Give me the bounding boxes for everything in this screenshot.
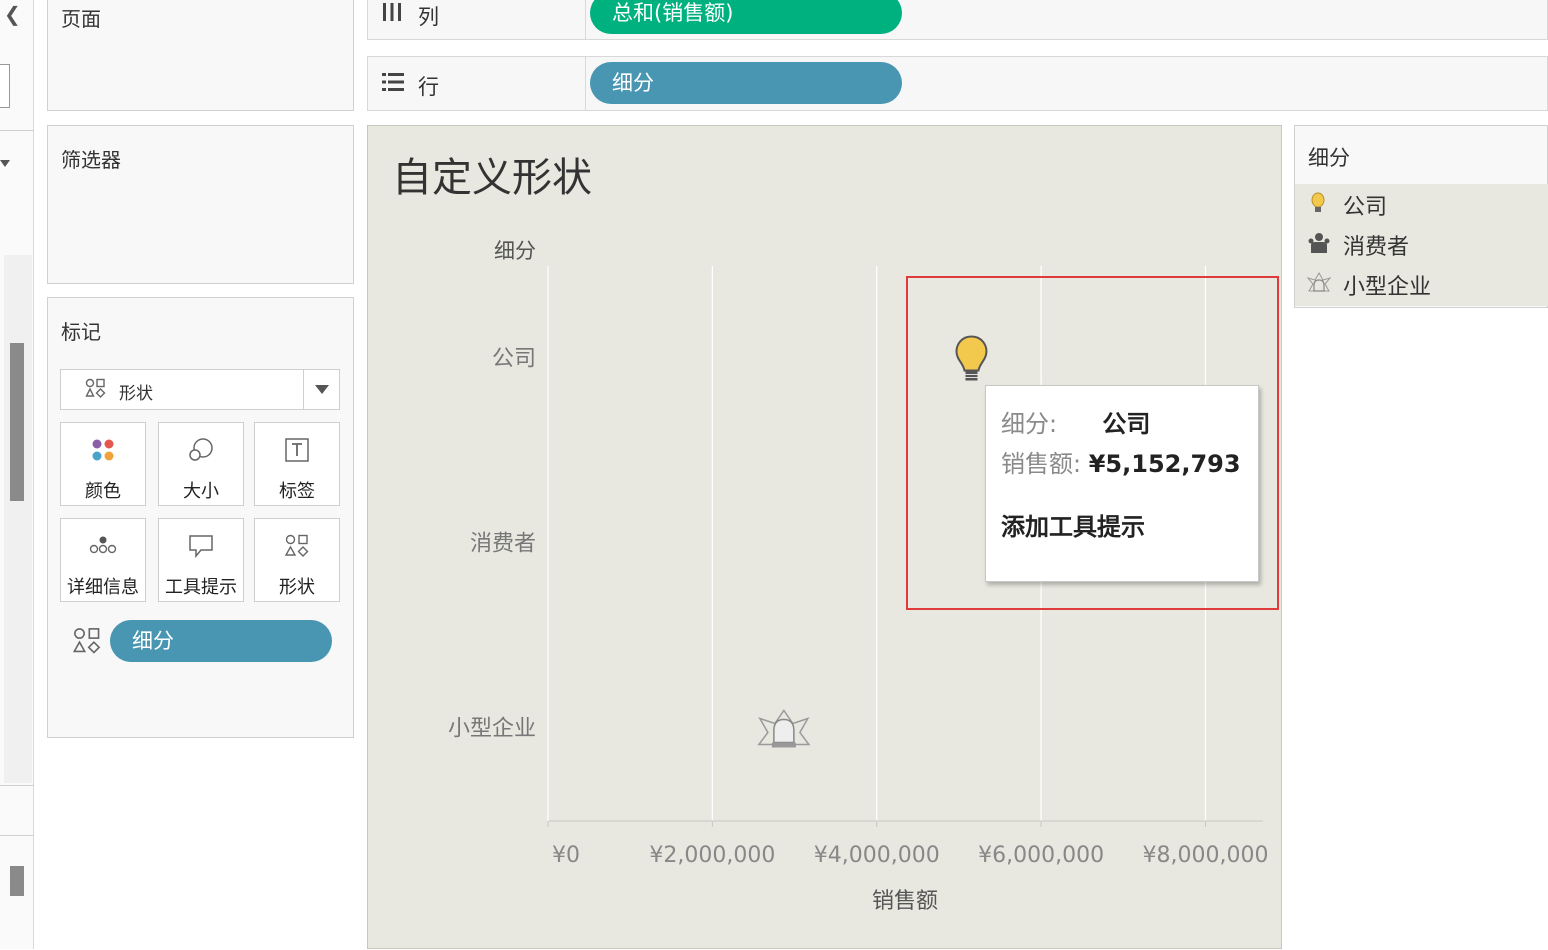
shape-field-pill[interactable]: 细分 [110, 620, 332, 662]
pages-card: 页面 [47, 0, 354, 111]
shape-legend: 细分 公司 消费者 小型企业 [1294, 125, 1548, 308]
columns-shelf-label: 列 [418, 5, 439, 29]
left-collapse-strip: ❮ [0, 0, 34, 949]
alarm-light-icon [1306, 271, 1332, 295]
alarm-light-mark[interactable] [757, 709, 811, 748]
rows-icon [381, 71, 405, 99]
row-header: 细分 [494, 239, 536, 263]
divider [0, 785, 34, 786]
mark-type-label: 形状 [119, 384, 153, 404]
x-tick-label: ¥6,000,000 [978, 843, 1104, 868]
rows-shelf: 行 [367, 56, 1548, 111]
tooltip-button-label: 工具提示 [165, 577, 237, 598]
divider [0, 130, 34, 131]
shape-icon [255, 533, 339, 565]
rows-shelf-label-area: 行 [368, 57, 586, 110]
filters-card-title: 筛选器 [61, 148, 121, 172]
alarm-light-base [771, 742, 796, 748]
detail-icon [61, 533, 145, 563]
size-button-label: 大小 [183, 481, 219, 502]
highlight-box [906, 276, 1279, 610]
legend-item-company[interactable]: 公司 [1295, 184, 1548, 224]
color-button-label: 颜色 [85, 481, 121, 502]
divider [0, 835, 34, 836]
shape-button[interactable]: 形状 [254, 518, 340, 602]
columns-pill[interactable]: 总和(销售额) [590, 0, 902, 34]
color-dots-icon [61, 437, 145, 469]
x-tick-label: ¥2,000,000 [649, 843, 775, 868]
mark-type-dropdown[interactable]: 形状 [60, 369, 340, 410]
scrollbar-track[interactable] [4, 255, 32, 783]
shape-field-icon [72, 626, 102, 660]
marks-card-title: 标记 [61, 320, 101, 344]
size-icon [159, 437, 243, 469]
chevron-down-icon[interactable] [315, 385, 329, 394]
chart-title: 自定义形状 [392, 155, 592, 201]
alarm-light-dome [773, 718, 795, 744]
category-label: 消费者 [470, 532, 536, 557]
label-icon [255, 437, 339, 469]
tooltip-button[interactable]: 工具提示 [158, 518, 244, 602]
x-tick-label: ¥8,000,000 [1142, 843, 1268, 868]
shape-icon [85, 378, 107, 403]
caret-down-icon[interactable] [0, 160, 10, 167]
detail-button[interactable]: 详细信息 [60, 518, 146, 602]
rows-shelf-label: 行 [418, 75, 439, 99]
label-button-label: 标签 [279, 481, 315, 502]
legend-list: 公司 消费者 小型企业 [1295, 184, 1548, 306]
columns-shelf-label-area: 列 [368, 0, 586, 39]
legend-item-consumer[interactable]: 消费者 [1295, 224, 1548, 264]
category-label: 公司 [492, 347, 536, 372]
legend-item-label: 消费者 [1343, 235, 1410, 260]
columns-shelf: 列 [367, 0, 1548, 40]
filters-card[interactable]: 筛选器 [47, 125, 354, 284]
legend-title: 细分 [1308, 146, 1350, 170]
rows-pill[interactable]: 细分 [590, 62, 902, 104]
detail-button-label: 详细信息 [67, 577, 139, 598]
tooltip-icon [159, 533, 243, 565]
color-button[interactable]: 颜色 [60, 422, 146, 506]
x-tick-label: ¥0 [552, 843, 580, 868]
category-label: 小型企业 [448, 717, 536, 742]
people-icon [1307, 231, 1330, 255]
x-tick-label: ¥4,000,000 [814, 843, 940, 868]
columns-icon [381, 1, 403, 29]
shape-button-label: 形状 [279, 577, 315, 598]
x-axis-label: 销售额 [872, 889, 938, 914]
scrollbar-thumb-lower[interactable] [10, 866, 24, 896]
legend-item-label: 小型企业 [1343, 275, 1432, 300]
pages-card-title: 页面 [61, 7, 101, 31]
size-button[interactable]: 大小 [158, 422, 244, 506]
dropdown-divider [303, 370, 304, 409]
chevron-left-icon[interactable]: ❮ [4, 2, 21, 26]
mini-panel-box[interactable] [0, 64, 10, 108]
label-button[interactable]: 标签 [254, 422, 340, 506]
legend-item-small-business[interactable]: 小型企业 [1295, 264, 1548, 304]
legend-item-label: 公司 [1343, 195, 1388, 220]
scrollbar-thumb[interactable] [10, 343, 24, 501]
lightbulb-icon [1307, 191, 1329, 215]
